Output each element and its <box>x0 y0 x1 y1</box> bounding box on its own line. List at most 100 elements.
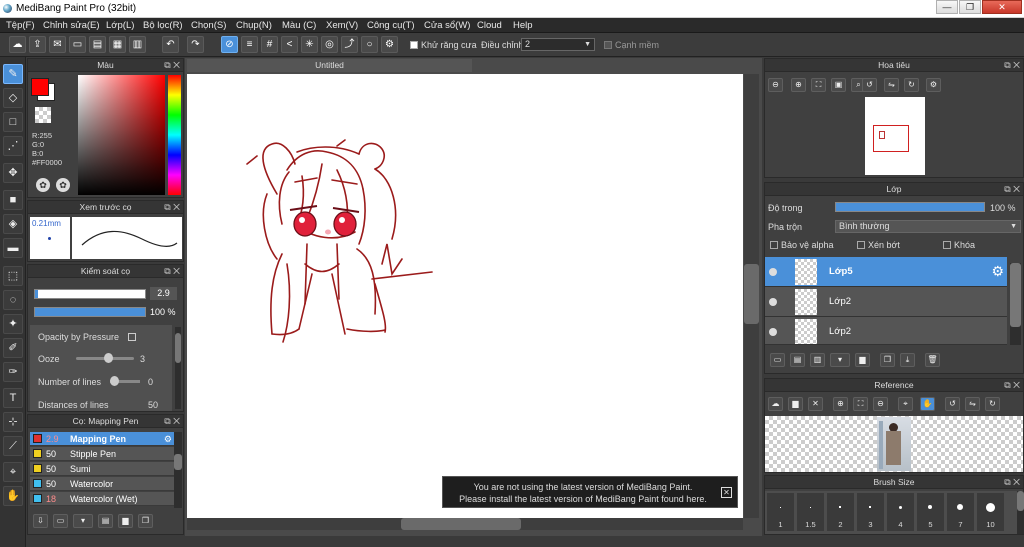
size-cell-10[interactable]: 10 <box>977 493 1004 531</box>
lock-checkbox[interactable] <box>943 241 951 249</box>
panel-controls-icon[interactable]: ⧉ ✕ <box>164 201 180 214</box>
size-cell-7[interactable]: 7 <box>947 493 974 531</box>
cloud-icon[interactable]: ☁ <box>768 397 783 411</box>
brush-item[interactable]: 50 Stipple Pen <box>30 447 175 461</box>
merge-layer-icon[interactable]: ⤓ <box>900 353 915 367</box>
layer-folder-icon[interactable]: ▆ <box>855 353 870 367</box>
new-brush-icon[interactable]: ▭ <box>53 514 68 528</box>
flip-icon[interactable]: ⇋ <box>965 397 980 411</box>
grid-document-icon[interactable]: ▦ <box>109 36 126 53</box>
undo-icon[interactable]: ↶ <box>162 36 179 53</box>
menu-layer[interactable]: Lớp(L) <box>106 20 134 31</box>
navigator-thumbnail[interactable] <box>865 97 925 175</box>
lasso-tool-icon[interactable]: ◌ <box>3 290 23 310</box>
scrollbar-thumb[interactable] <box>744 264 759 324</box>
panel-controls-icon[interactable]: ⧉ ✕ <box>164 265 180 278</box>
scrollbar-thumb[interactable] <box>175 333 181 363</box>
divide-tool-icon[interactable]: ⟋ <box>3 436 23 456</box>
cloud-icon[interactable]: ☁ <box>9 36 26 53</box>
size-cell-5[interactable]: 5 <box>917 493 944 531</box>
close-icon[interactable]: ✕ <box>808 397 823 411</box>
menu-tools[interactable]: Công cụ(T) <box>367 20 415 31</box>
select-pen-tool-icon[interactable]: ✐ <box>3 338 23 358</box>
size-cell-3[interactable]: 3 <box>857 493 884 531</box>
menu-select[interactable]: Chọn(S) <box>191 20 226 31</box>
cloud-download-icon[interactable]: ⇩ <box>33 514 48 528</box>
vanishing-snap-icon[interactable]: < <box>281 36 298 53</box>
gear-icon[interactable]: ⚙ <box>164 432 172 446</box>
circle-snap-icon[interactable]: ◎ <box>321 36 338 53</box>
comment-icon[interactable]: ✉ <box>49 36 66 53</box>
panel-controls-icon[interactable]: ⧉ ✕ <box>1004 379 1020 392</box>
brush-control-scrollbar[interactable] <box>175 327 181 409</box>
opacity-slider[interactable] <box>34 307 146 317</box>
hue-slider[interactable] <box>168 75 181 195</box>
menu-filter[interactable]: Bộ lọc(R) <box>143 20 183 31</box>
eye-icon[interactable] <box>769 298 777 306</box>
bucket-tool-icon[interactable]: ◈ <box>3 214 23 234</box>
folder-open-icon[interactable]: ▆ <box>788 397 803 411</box>
panel-controls-icon[interactable]: ⧉ ✕ <box>1004 59 1020 72</box>
close-window-button[interactable]: ✕ <box>982 0 1022 14</box>
panel-controls-icon[interactable]: ⧉ ✕ <box>1004 476 1020 489</box>
scrollbar-thumb[interactable] <box>174 454 182 470</box>
scrollbar-thumb[interactable] <box>401 518 521 530</box>
rotate-left-icon[interactable]: ↺ <box>862 78 877 92</box>
menu-window[interactable]: Cửa sổ(W) <box>424 20 470 31</box>
layer-opacity-slider[interactable] <box>835 202 985 212</box>
canvas-horizontal-scrollbar[interactable] <box>187 518 743 530</box>
antialias-checkbox[interactable] <box>410 41 418 49</box>
text-tool-icon[interactable]: T <box>3 388 23 408</box>
reference-canvas[interactable] <box>765 416 1023 472</box>
panel-controls-icon[interactable]: ⧉ ✕ <box>1004 183 1020 196</box>
panel-controls-icon[interactable]: ⧉ ✕ <box>164 415 180 428</box>
dot-tool-icon[interactable]: ⋰ <box>3 136 23 156</box>
size-cell-2[interactable]: 2 <box>827 493 854 531</box>
layer-menu-icon[interactable]: ▾ <box>830 353 850 367</box>
share-icon[interactable]: ⇪ <box>29 36 46 53</box>
brush-size-slider[interactable] <box>34 289 146 299</box>
curve-snap-icon[interactable]: ⤴ <box>341 36 358 53</box>
move-tool-icon[interactable]: ✥ <box>3 163 23 183</box>
snap-settings-icon[interactable]: ⚙ <box>381 36 398 53</box>
gradient-tool-icon[interactable]: ▬ <box>3 238 23 258</box>
size-cell-4[interactable]: 4 <box>887 493 914 531</box>
navigator-settings-icon[interactable]: ⚙ <box>926 78 941 92</box>
brush-item[interactable]: 50 Sumi <box>30 462 175 476</box>
magic-wand-tool-icon[interactable]: ✦ <box>3 314 23 334</box>
duplicate-layer-icon[interactable]: ❐ <box>880 353 895 367</box>
canvas-tab[interactable]: Untitled <box>187 59 472 72</box>
delete-layer-icon[interactable]: 🗑 <box>925 353 940 367</box>
panel-controls-icon[interactable]: ⧉ ✕ <box>164 59 180 72</box>
blend-mode-select[interactable]: Bình thường ▼ <box>835 220 1021 233</box>
protect-alpha-checkbox[interactable] <box>770 241 778 249</box>
menu-file[interactable]: Tệp(F) <box>6 20 35 31</box>
eraser-tool-icon[interactable]: ◇ <box>3 88 23 108</box>
scrollbar-thumb[interactable] <box>1017 491 1024 511</box>
primary-color-swatch[interactable] <box>31 78 49 96</box>
opacity-pressure-checkbox[interactable] <box>128 333 136 341</box>
menu-edit[interactable]: Chỉnh sửa(E) <box>43 20 100 31</box>
zoom-in-icon[interactable]: ⊕ <box>791 78 806 92</box>
rect-select-tool-icon[interactable]: ⬚ <box>3 266 23 286</box>
update-notice[interactable]: You are not using the latest version of … <box>442 476 738 508</box>
brush-properties-icon[interactable]: ▤ <box>98 514 113 528</box>
eyedropper-icon[interactable]: ⌖ <box>898 397 913 411</box>
new-file-icon[interactable]: ▭ <box>69 36 86 53</box>
redo-icon[interactable]: ↷ <box>187 36 204 53</box>
brush-tool-icon[interactable]: ✎ <box>3 64 23 84</box>
close-icon[interactable]: ✕ <box>721 487 732 498</box>
brush-item[interactable]: 2.9 Mapping Pen ⚙ <box>30 432 175 446</box>
rotate-left-icon[interactable]: ↺ <box>945 397 960 411</box>
saturation-value-picker[interactable] <box>78 75 165 195</box>
transparent-color-swatch[interactable] <box>35 107 51 123</box>
brush-list-scrollbar[interactable] <box>174 432 182 508</box>
radial-snap-icon[interactable]: ✳ <box>301 36 318 53</box>
hand-icon[interactable]: ✋ <box>920 397 935 411</box>
new-layer-icon[interactable]: ▭ <box>770 353 785 367</box>
layer-item[interactable]: Lớp5 ⚙ <box>765 257 1007 287</box>
scrollbar-thumb[interactable] <box>1010 263 1021 327</box>
lines-slider[interactable] <box>110 376 140 386</box>
menu-cloud[interactable]: Cloud <box>477 20 502 31</box>
brush-size-scrollbar[interactable] <box>1017 491 1024 534</box>
